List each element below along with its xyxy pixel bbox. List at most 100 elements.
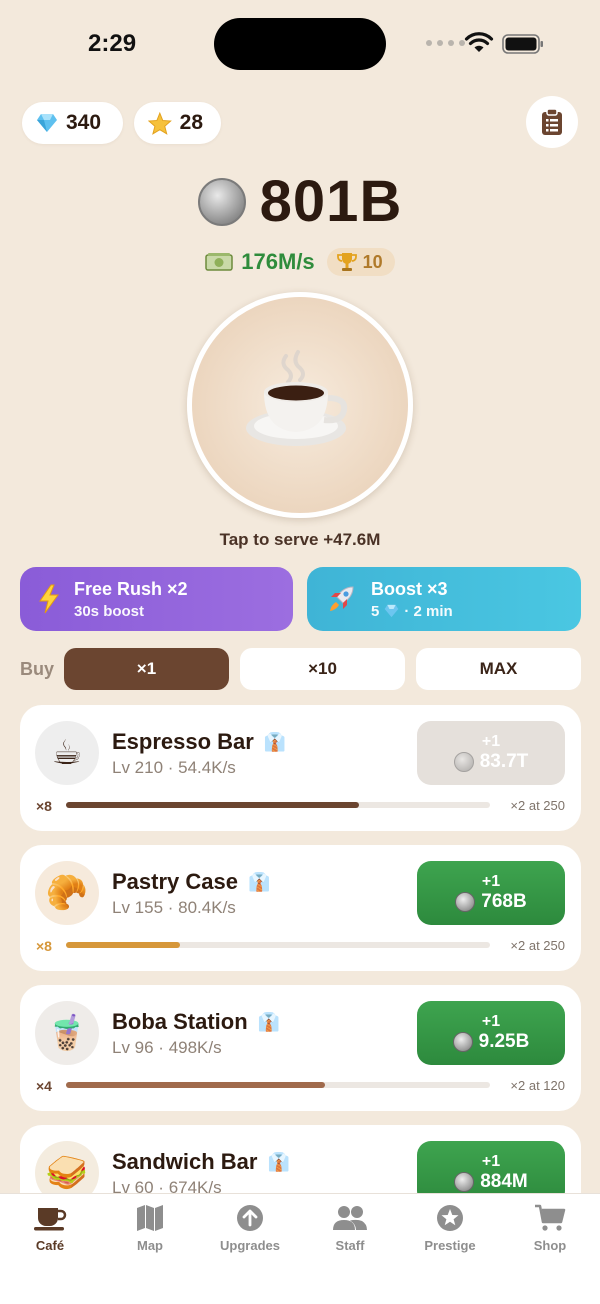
- boost-x3-title: Boost ×3: [371, 578, 448, 599]
- dynamic-island: [214, 18, 386, 70]
- battery-icon: [502, 34, 543, 54]
- buy-cost-value: 83.7T: [479, 751, 529, 772]
- tab-label: Café: [35, 1238, 65, 1253]
- croissant-icon: 🥐: [35, 861, 99, 925]
- gems-value: 340: [66, 111, 102, 134]
- coffee-cup-icon: [246, 350, 348, 446]
- station-buy-button[interactable]: +1 83.7T: [417, 721, 565, 785]
- income-rate-value: 176M/s: [241, 249, 315, 274]
- cash-icon: [205, 253, 234, 271]
- boost-x3-cost: 5: [371, 602, 380, 620]
- station-progress-fill: [66, 1082, 325, 1088]
- gem-icon: [37, 114, 57, 132]
- buy-max-option[interactable]: MAX: [416, 648, 581, 690]
- buy-plus: +1: [481, 1013, 501, 1030]
- status-bar: 2:29: [0, 0, 600, 90]
- trophy-badge[interactable]: 10: [326, 248, 395, 276]
- buy-cost-value: 768B: [481, 891, 527, 912]
- trophy-icon: [336, 253, 357, 271]
- boost-x3-subtitle: 5 · 2 min: [371, 603, 453, 620]
- tab-staff[interactable]: Staff: [300, 1204, 400, 1253]
- money-value: 801B: [259, 169, 403, 234]
- tab-map[interactable]: Map: [100, 1204, 200, 1253]
- coin-icon: [197, 177, 246, 226]
- station-milestone: ×2 at 250: [510, 938, 565, 953]
- tab-label: Prestige: [424, 1238, 476, 1253]
- tab-label: Map: [137, 1238, 163, 1253]
- free-rush-subtitle: 30s boost: [74, 602, 145, 620]
- star-icon: [148, 111, 172, 135]
- station-name: Pastry Case 👔: [112, 869, 270, 895]
- buy-cost-value: 9.25B: [478, 1031, 530, 1052]
- manager-icon: 👔: [263, 731, 287, 752]
- station-buy-button[interactable]: +1 9.25B: [417, 1001, 565, 1065]
- tab-prestige[interactable]: Prestige: [400, 1204, 500, 1253]
- coin-icon: [454, 1172, 475, 1192]
- tab-label: Shop: [533, 1238, 567, 1253]
- free-rush-title: Free Rush ×2: [74, 578, 188, 599]
- buy-plus: +1: [481, 733, 501, 750]
- cellular-signal-icon: [426, 40, 465, 46]
- tab-label: Staff: [335, 1238, 365, 1253]
- tab-shop[interactable]: Shop: [500, 1204, 600, 1253]
- people-icon: [333, 1206, 367, 1230]
- station-milestone: ×2 at 120: [510, 1078, 565, 1093]
- gems-counter[interactable]: 340: [22, 102, 123, 144]
- cart-icon: [535, 1204, 566, 1231]
- station-card-espresso-bar: ☕ Espresso Bar 👔 Lv 210 · 54.4K/s +1 83.…: [20, 705, 581, 831]
- station-name: Espresso Bar 👔: [112, 729, 286, 755]
- status-time: 2:29: [88, 30, 137, 57]
- tab-label: Upgrades: [220, 1238, 280, 1253]
- station-multiplier: ×4: [36, 1078, 52, 1094]
- buy-plus: +1: [481, 873, 501, 890]
- station-milestone: ×2 at 250: [510, 798, 565, 813]
- buy-cost: 768B: [455, 891, 527, 913]
- station-name-text: Espresso Bar: [112, 729, 254, 754]
- station-progress-track: [66, 802, 490, 808]
- orders-clipboard-button[interactable]: [526, 96, 578, 148]
- cafe-icon: [34, 1208, 67, 1231]
- tab-cafe[interactable]: Café: [0, 1204, 100, 1253]
- buy-cost-value: 884M: [480, 1171, 528, 1192]
- map-icon: [137, 1205, 163, 1231]
- buy-x10-option[interactable]: ×10: [240, 648, 405, 690]
- station-progress-fill: [66, 802, 359, 808]
- manager-icon: 👔: [257, 1011, 281, 1032]
- buy-plus: +1: [481, 1153, 501, 1170]
- buy-cost: 9.25B: [452, 1031, 530, 1053]
- station-name: Boba Station 👔: [112, 1009, 280, 1035]
- station-multiplier: ×8: [36, 798, 52, 814]
- buy-label: Buy: [20, 659, 55, 679]
- wifi-icon: [464, 32, 494, 52]
- tab-bar: Café Map Upgrades Staff Prestige Shop: [0, 1193, 600, 1304]
- rocket-icon: [330, 586, 354, 611]
- station-progress-fill: [66, 942, 181, 948]
- coin-icon: [455, 892, 476, 912]
- stars-value: 28: [179, 111, 203, 134]
- boost-x3-button[interactable]: Boost ×3 5 · 2 min: [307, 567, 581, 631]
- tab-upgrades[interactable]: Upgrades: [200, 1204, 300, 1253]
- station-card-pastry-case: 🥐 Pastry Case 👔 Lv 155 · 80.4K/s +1 768B…: [20, 845, 581, 971]
- coffee-cup-icon: ☕: [35, 721, 99, 785]
- station-multiplier: ×8: [36, 938, 52, 954]
- trophy-value: 10: [362, 251, 383, 272]
- boba-icon: 🧋: [35, 1001, 99, 1065]
- station-name-text: Sandwich Bar: [112, 1149, 258, 1174]
- station-buy-button[interactable]: +1 768B: [417, 861, 565, 925]
- buy-x1-option[interactable]: ×1: [64, 648, 229, 690]
- gem-icon: [385, 604, 399, 618]
- manager-icon: 👔: [267, 1151, 290, 1172]
- station-name: Sandwich Bar 👔: [112, 1149, 290, 1175]
- money-display: 801B: [0, 168, 600, 235]
- station-progress-track: [66, 1082, 490, 1088]
- station-progress-track: [66, 942, 490, 948]
- upgrade-arrow-icon: [237, 1205, 263, 1231]
- income-row: 176M/s 10: [0, 248, 600, 276]
- free-rush-button[interactable]: Free Rush ×2 30s boost: [20, 567, 293, 631]
- buy-cost: 884M: [454, 1171, 528, 1193]
- lightning-icon: [39, 584, 59, 614]
- star-badge-icon: [437, 1205, 463, 1231]
- stars-counter[interactable]: 28: [134, 102, 221, 144]
- tap-to-serve-label: Tap to serve +47.6M: [219, 530, 381, 549]
- boost-x3-duration: · 2 min: [404, 602, 453, 620]
